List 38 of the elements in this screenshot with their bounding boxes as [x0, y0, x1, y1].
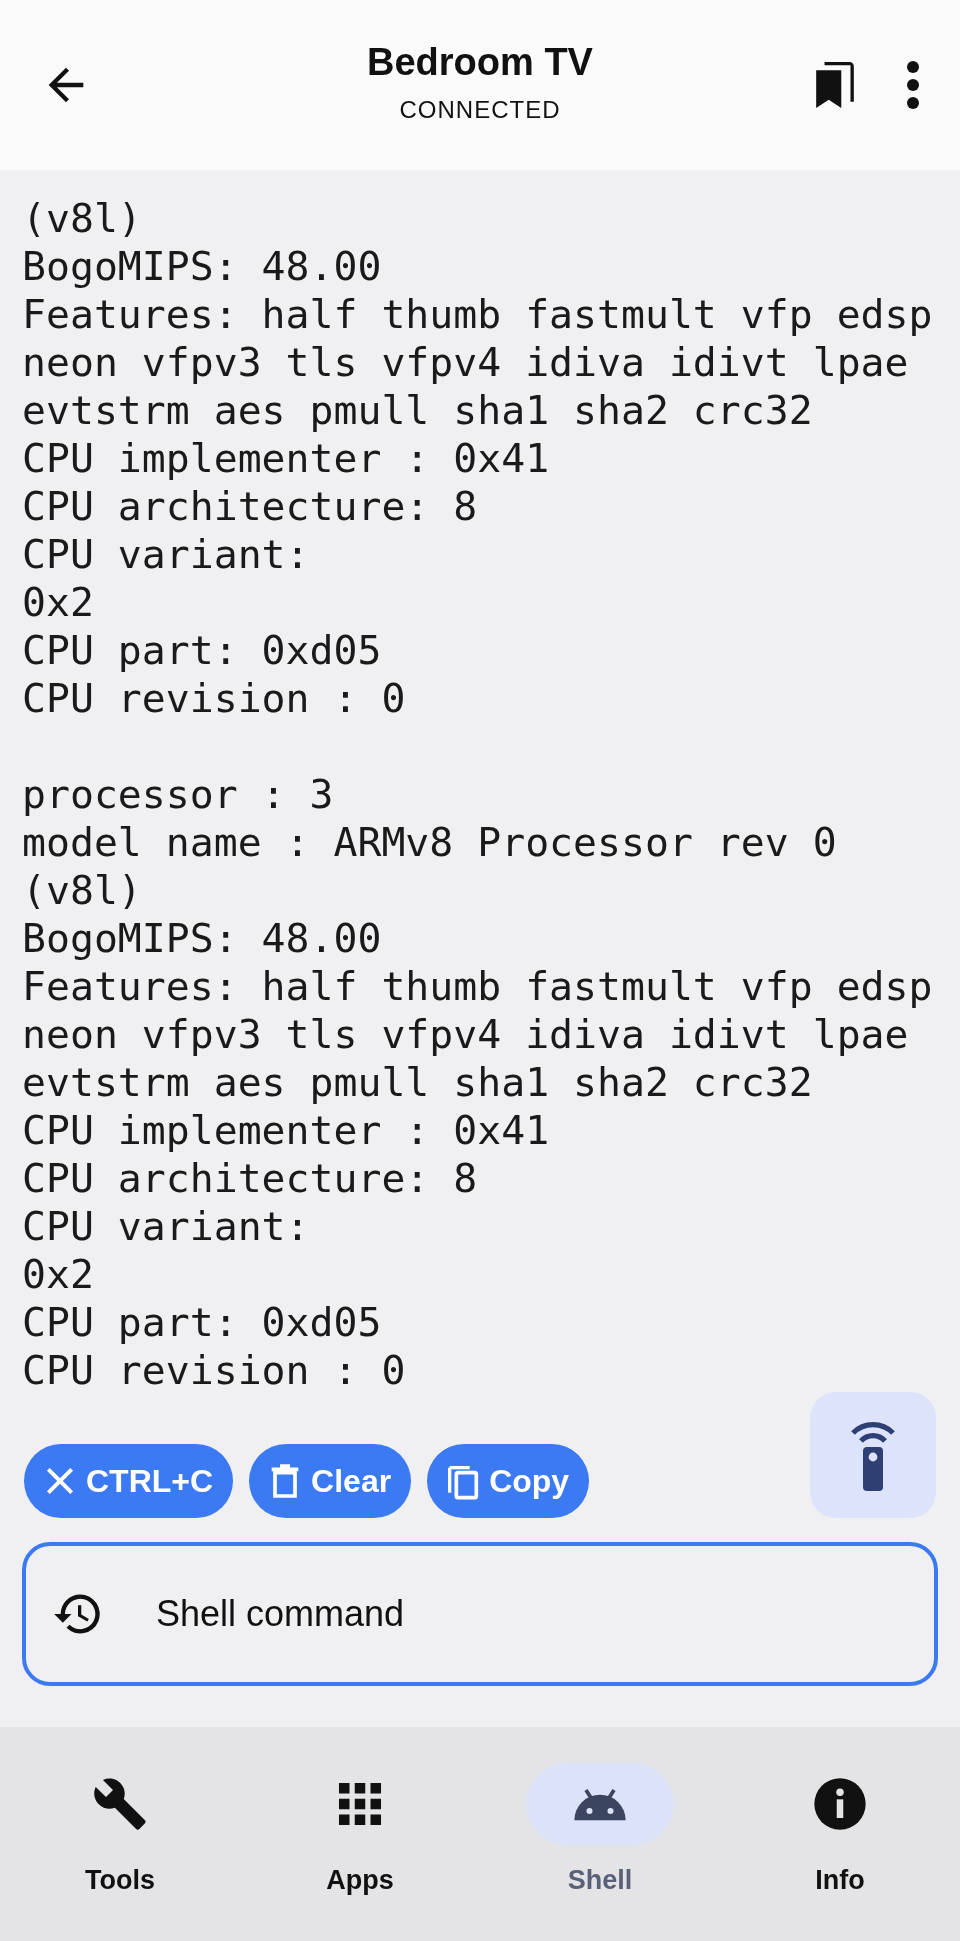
- info-icon: [812, 1776, 868, 1832]
- command-field[interactable]: Shell command: [22, 1542, 938, 1686]
- output-line: CPU architecture: 8: [22, 482, 479, 530]
- output-line: CPU implementer : 0x41: [22, 434, 551, 482]
- output-line: CPU variant:: [22, 530, 311, 578]
- output-line: neon vfpv3 tls vfpv4 idiva idivt lpae: [22, 338, 910, 386]
- output-line: CPU part: 0xd05: [22, 626, 383, 674]
- clear-button[interactable]: Clear: [249, 1444, 412, 1518]
- nav-tab[interactable]: Apps: [240, 1727, 480, 1941]
- output-line: evtstrm aes pmull sha1 sha2 crc32: [22, 386, 814, 434]
- connection-status: CONNECTED: [398, 94, 562, 125]
- output-line: (v8l): [22, 866, 143, 914]
- output-line: Features: half thumb fastmult vfp edsp: [22, 962, 934, 1010]
- output-line: CPU variant:: [22, 1202, 311, 1250]
- cancel-button[interactable]: CTRL+C: [24, 1444, 234, 1518]
- nav-tab[interactable]: Shell: [480, 1727, 720, 1941]
- output-line: CPU implementer : 0x41: [22, 1106, 551, 1154]
- output-line: 0x2: [22, 578, 95, 626]
- output-line: CPU revision : 0: [22, 1346, 407, 1394]
- device-title: Bedroom TV: [367, 42, 593, 84]
- nav-tab[interactable]: Tools: [0, 1727, 240, 1941]
- output-line: neon vfpv3 tls vfpv4 idiva idivt lpae: [22, 1010, 910, 1058]
- output-line: CPU part: 0xd05: [22, 1298, 383, 1346]
- output-line: CPU revision : 0: [22, 674, 407, 722]
- nav-tab[interactable]: Info: [720, 1727, 960, 1941]
- output-line: model name : ARMv8 Processor rev 0: [22, 818, 838, 866]
- remote-button[interactable]: [810, 1392, 936, 1518]
- more-options-icon[interactable]: [906, 61, 920, 109]
- output-line: processor : 3: [22, 770, 335, 818]
- output-line: Features: half thumb fastmult vfp edsp: [22, 290, 934, 338]
- output-line: evtstrm aes pmull sha1 sha2 crc32: [22, 1058, 814, 1106]
- copy-button[interactable]: Copy: [427, 1444, 590, 1518]
- output-line: 0x2: [22, 1250, 95, 1298]
- output-line: BogoMIPS: 48.00: [22, 242, 383, 290]
- output-line: (v8l): [22, 194, 143, 242]
- output-line: CPU architecture: 8: [22, 1154, 479, 1202]
- output-line: BogoMIPS: 48.00: [22, 914, 383, 962]
- wrench-icon: [92, 1776, 148, 1832]
